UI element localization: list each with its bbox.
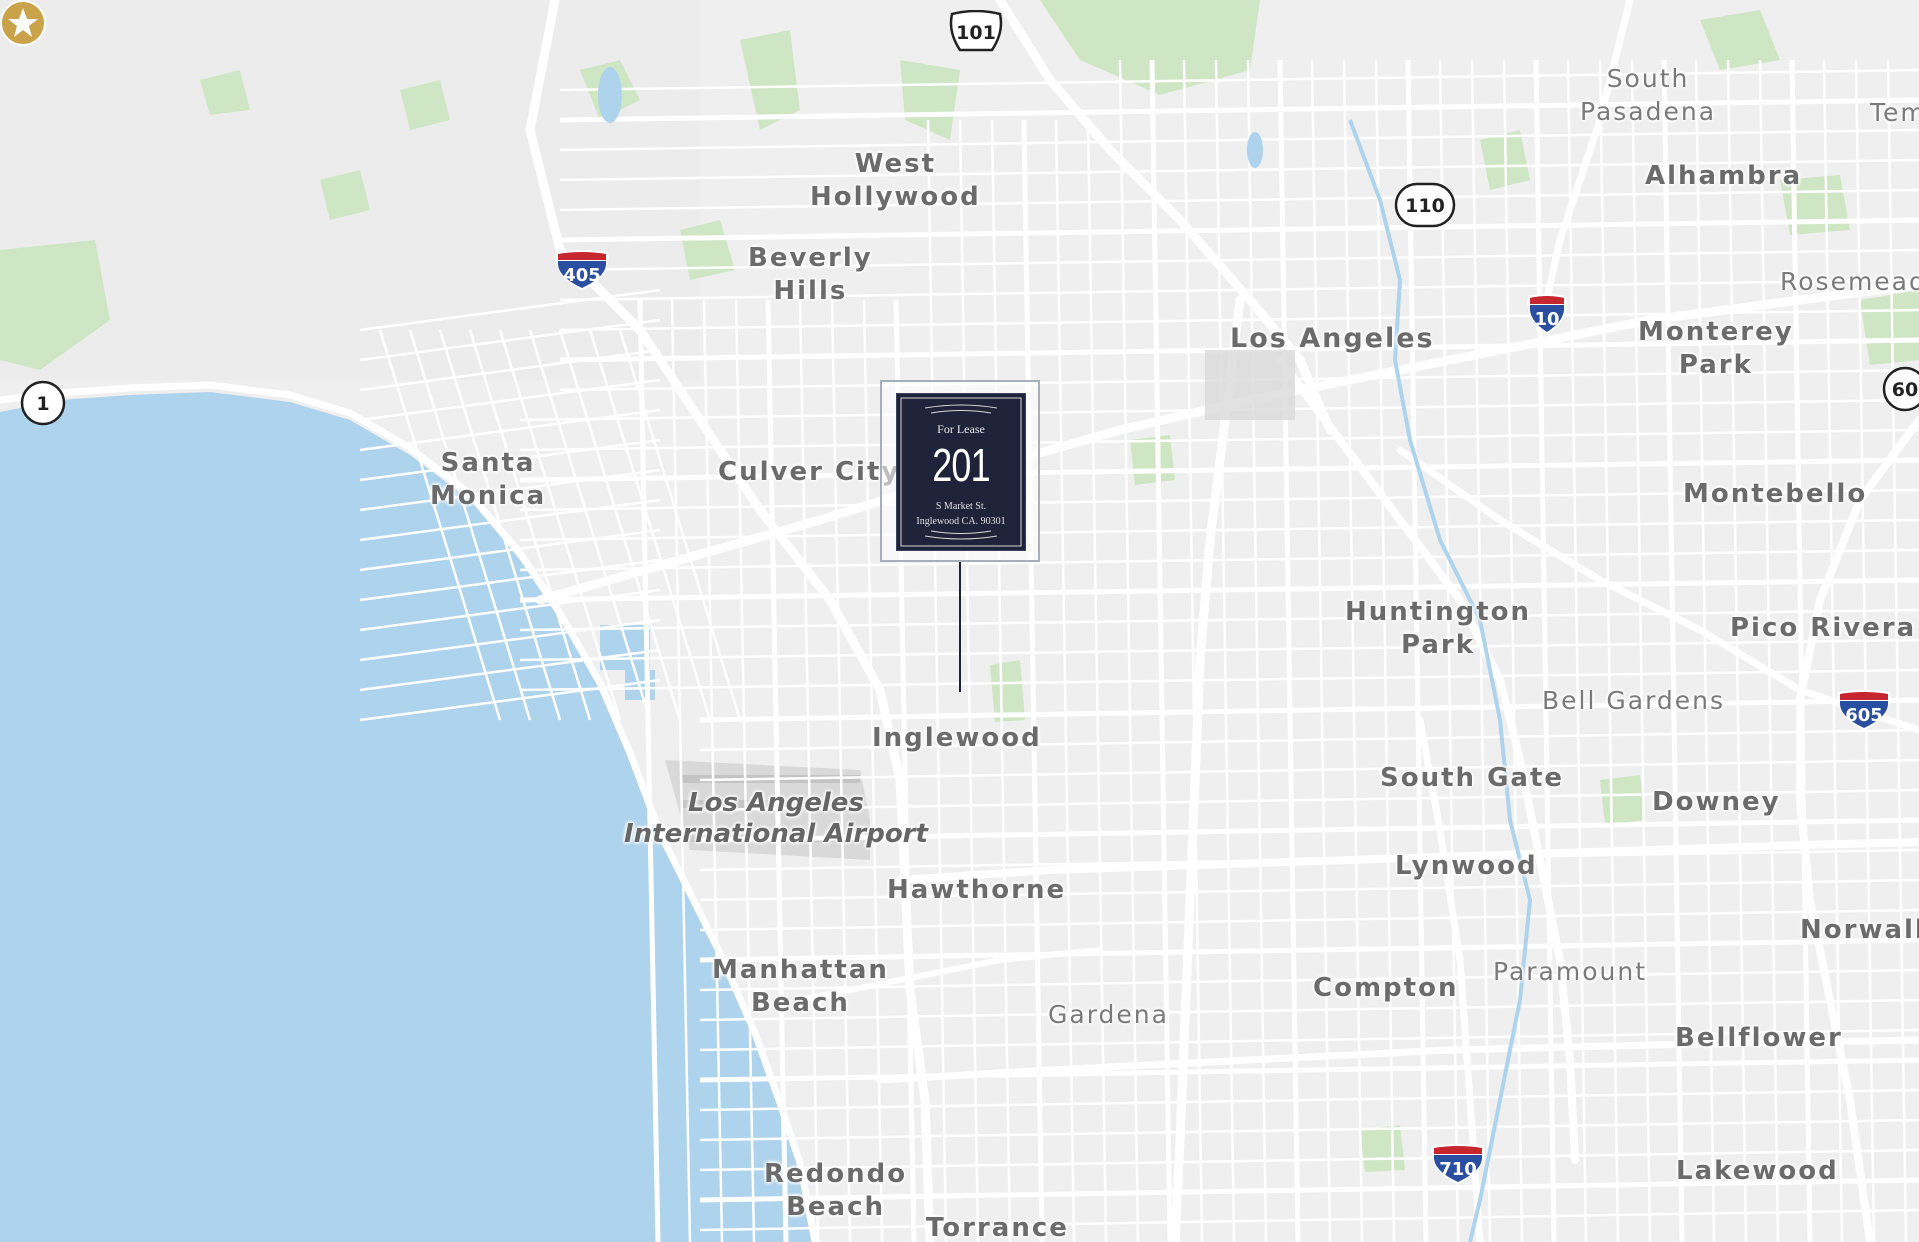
shield-number: 1 [36, 393, 49, 415]
label-paramount: Paramount [1493, 955, 1647, 988]
star-icon[interactable] [0, 0, 46, 46]
label-santa-monica: Santa Monica [430, 447, 546, 513]
label-line: Bell Gardens [1542, 686, 1726, 715]
pin-address-line2: Inglewood CA. 90301 [916, 516, 1006, 527]
label-line: Pico Rivera [1730, 613, 1917, 643]
label-line: Park [1678, 350, 1753, 380]
pin-card-panel: For Lease 201 S Market St. Inglewood CA.… [896, 393, 1026, 551]
pin-number: 201 [932, 439, 990, 491]
label-monterey-park: Monterey Park [1638, 316, 1794, 382]
shield-number: 405 [563, 265, 601, 286]
label-inglewood: Inglewood [872, 722, 1042, 755]
label-downey: Downey [1652, 786, 1781, 819]
label-line: Hollywood [810, 182, 981, 212]
shield-ca-1: 1 [20, 380, 66, 426]
label-line: Park [1401, 630, 1476, 660]
label-line: Montebello [1683, 479, 1868, 509]
shield-us-101: 101 [949, 10, 1003, 52]
label-line: Lynwood [1395, 851, 1538, 881]
label-south-pasadena: South Pasadena [1580, 62, 1716, 128]
label-manhattan-beach: Manhattan Beach [712, 954, 889, 1020]
label-line: South Gate [1380, 763, 1565, 793]
shield-number: 60 [1892, 379, 1918, 401]
label-gardena: Gardena [1048, 998, 1169, 1031]
label-line: Manhattan [712, 955, 889, 985]
property-pin-card[interactable]: For Lease 201 S Market St. Inglewood CA.… [880, 380, 1040, 562]
label-south-gate: South Gate [1380, 762, 1564, 795]
label-line: Tem [1870, 98, 1919, 127]
downtown-block [1205, 350, 1295, 420]
label-line: Huntington [1345, 597, 1532, 627]
label-line: Rosemead [1780, 267, 1919, 296]
label-line: Lakewood [1676, 1156, 1839, 1186]
label-line: Monica [430, 481, 547, 511]
pin-connector-line [959, 562, 961, 692]
label-compton: Compton [1313, 972, 1458, 1005]
label-line: Inglewood [872, 723, 1042, 753]
label-line: West [854, 149, 937, 179]
label-line: South [1606, 64, 1690, 93]
shield-number: 101 [956, 22, 996, 44]
label-line: Culver City [718, 457, 901, 487]
label-norwalk: Norwalk [1800, 914, 1919, 947]
label-bell-gardens: Bell Gardens [1542, 684, 1725, 717]
label-line: Pasadena [1580, 97, 1717, 126]
shield-number: 110 [1405, 195, 1445, 217]
label-line: Beach [786, 1192, 886, 1222]
pin-status: For Lease [937, 422, 985, 436]
map-canvas[interactable]: West Hollywood Beverly Hills Los Angeles… [0, 0, 1919, 1242]
label-line: Hawthorne [887, 875, 1067, 905]
reservoir [598, 67, 622, 123]
label-line: Bellflower [1675, 1023, 1843, 1053]
label-los-angeles: Los Angeles [1230, 322, 1435, 355]
label-beverly-hills: Beverly Hills [748, 242, 873, 308]
label-bellflower: Bellflower [1675, 1022, 1843, 1055]
label-rosemead: Rosemead [1780, 265, 1919, 298]
label-temple: Tem [1870, 96, 1919, 129]
pin-address-line1: S Market St. [935, 501, 987, 512]
shield-ca-60: 60 [1882, 366, 1919, 412]
label-line: Paramount [1493, 957, 1648, 986]
label-lynwood: Lynwood [1395, 850, 1538, 883]
shield-ca-110: 110 [1394, 182, 1456, 228]
label-pico-rivera: Pico Rivera [1730, 612, 1916, 645]
shield-number: 710 [1439, 1159, 1477, 1180]
label-line: Alhambra [1645, 161, 1803, 191]
label-line: Los Angeles [1230, 323, 1435, 354]
label-line: Hills [773, 276, 848, 306]
shield-i-605: 605 [1837, 690, 1891, 730]
label-torrance: Torrance [926, 1212, 1069, 1242]
shield-number: 10 [1534, 309, 1559, 330]
label-montebello: Montebello [1683, 478, 1867, 511]
label-line: Monterey [1638, 317, 1794, 347]
label-line: Downey [1652, 787, 1781, 817]
label-culver-city: Culver City [718, 456, 900, 489]
label-alhambra: Alhambra [1645, 160, 1802, 193]
label-line: Redondo [764, 1159, 908, 1189]
shield-i-10: 10 [1527, 294, 1567, 334]
shield-i-405: 405 [555, 250, 609, 290]
label-lax: Los Angeles International Airport [624, 788, 928, 850]
label-line: Compton [1313, 973, 1459, 1003]
shield-i-710: 710 [1431, 1144, 1485, 1184]
label-huntington-park: Huntington Park [1345, 596, 1531, 662]
label-redondo-beach: Redondo Beach [764, 1158, 907, 1224]
label-line: International Airport [624, 819, 928, 849]
label-lakewood: Lakewood [1676, 1155, 1839, 1188]
label-line: Gardena [1048, 1000, 1169, 1029]
label-line: Beverly [748, 243, 873, 273]
shield-number: 605 [1845, 705, 1883, 726]
label-west-hollywood: West Hollywood [810, 148, 981, 214]
label-line: Beach [750, 988, 850, 1018]
label-line: Norwalk [1800, 915, 1919, 945]
silver-lake-reservoir [1247, 132, 1263, 168]
label-hawthorne: Hawthorne [887, 874, 1066, 907]
label-line: Torrance [926, 1213, 1069, 1242]
label-line: Los Angeles [688, 788, 864, 818]
label-line: Santa [440, 448, 536, 478]
